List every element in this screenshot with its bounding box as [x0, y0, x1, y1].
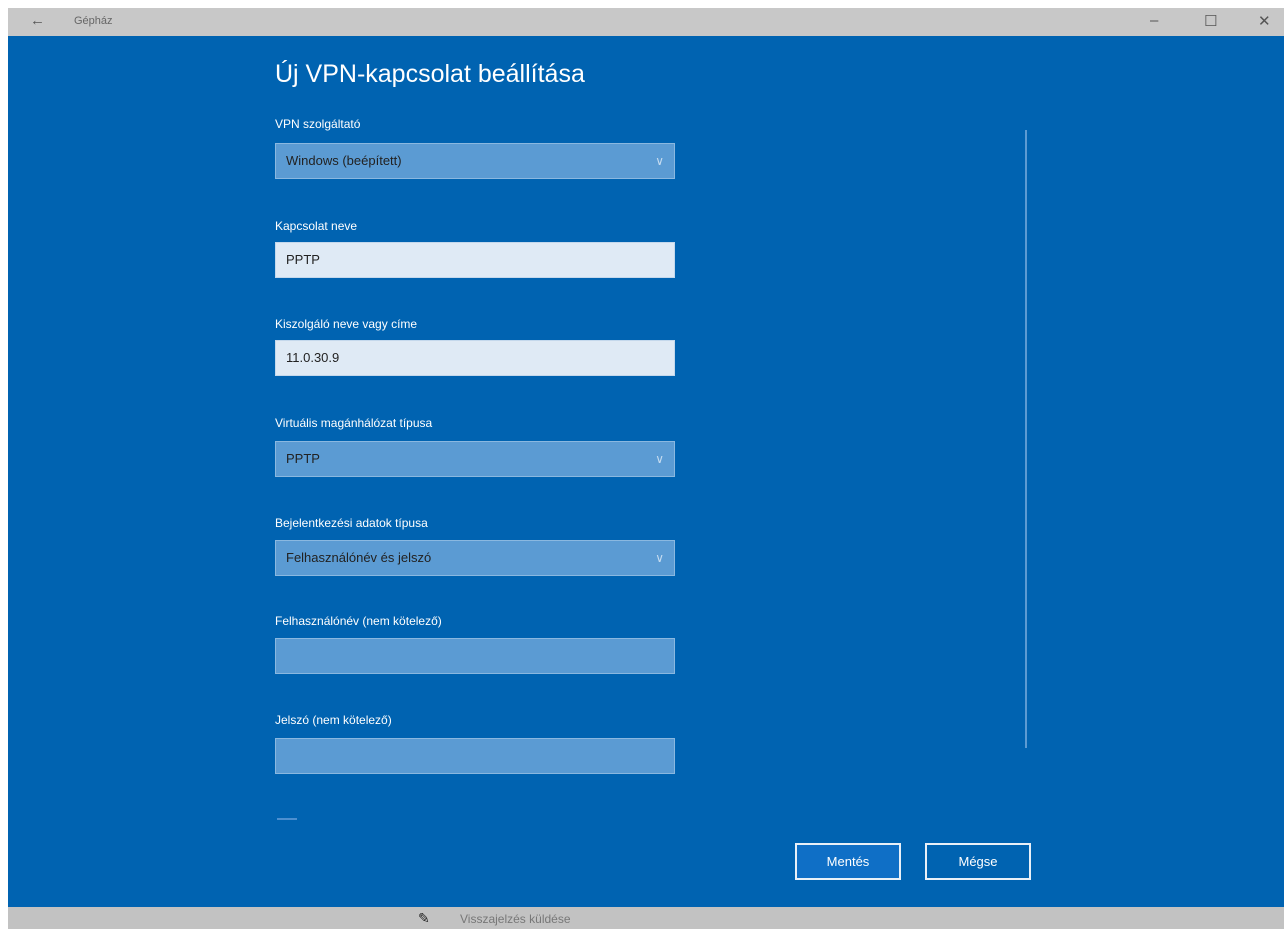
cancel-button[interactable]: Mégse: [925, 843, 1031, 880]
server-value: 11.0.30.9: [286, 350, 340, 365]
vpn-provider-value: Windows (beépített): [286, 153, 402, 168]
signin-type-value: Felhasználónév és jelszó: [286, 550, 432, 565]
signin-type-dropdown[interactable]: Felhasználónév és jelszó ∨: [275, 540, 675, 576]
password-label: Jelszó (nem kötelező): [275, 713, 392, 727]
vpn-type-value: PPTP: [286, 451, 320, 466]
title-bar: ← Gépház – ☐ ✕: [8, 8, 1284, 36]
maximize-button[interactable]: ☐: [1204, 12, 1217, 30]
back-arrow-icon[interactable]: ←: [30, 12, 45, 29]
vpn-type-dropdown[interactable]: PPTP ∨: [275, 441, 675, 477]
feedback-icon[interactable]: ✎: [418, 910, 430, 927]
page-title: Új VPN-kapcsolat beállítása: [275, 60, 585, 88]
server-label: Kiszolgáló neve vagy címe: [275, 317, 418, 331]
password-input[interactable]: [275, 738, 675, 774]
vpn-provider-label: VPN szolgáltató: [275, 117, 361, 131]
chevron-down-icon: ∨: [655, 551, 664, 565]
window-title: Gépház: [74, 15, 113, 27]
connection-name-value: PPTP: [286, 252, 320, 267]
vpn-provider-dropdown[interactable]: Windows (beépített) ∨: [275, 143, 675, 179]
vpn-type-label: Virtuális magánhálózat típusa: [275, 416, 433, 430]
scrollbar[interactable]: [1025, 130, 1027, 748]
username-label: Felhasználónév (nem kötelező): [275, 614, 442, 628]
username-input[interactable]: [275, 638, 675, 674]
server-input[interactable]: 11.0.30.9: [275, 340, 675, 376]
connection-name-input[interactable]: PPTP: [275, 242, 675, 278]
save-button[interactable]: Mentés: [795, 843, 901, 880]
connection-name-label: Kapcsolat neve: [275, 219, 358, 233]
chevron-down-icon: ∨: [655, 154, 664, 168]
minimize-button[interactable]: –: [1150, 12, 1158, 29]
more-content-indicator: [277, 818, 297, 820]
close-button[interactable]: ✕: [1258, 12, 1271, 30]
signin-type-label: Bejelentkezési adatok típusa: [275, 516, 428, 530]
feedback-bar: ✎ Visszajelzés küldése: [8, 907, 1284, 929]
chevron-down-icon: ∨: [655, 452, 664, 466]
feedback-link[interactable]: Visszajelzés küldése: [460, 912, 571, 926]
